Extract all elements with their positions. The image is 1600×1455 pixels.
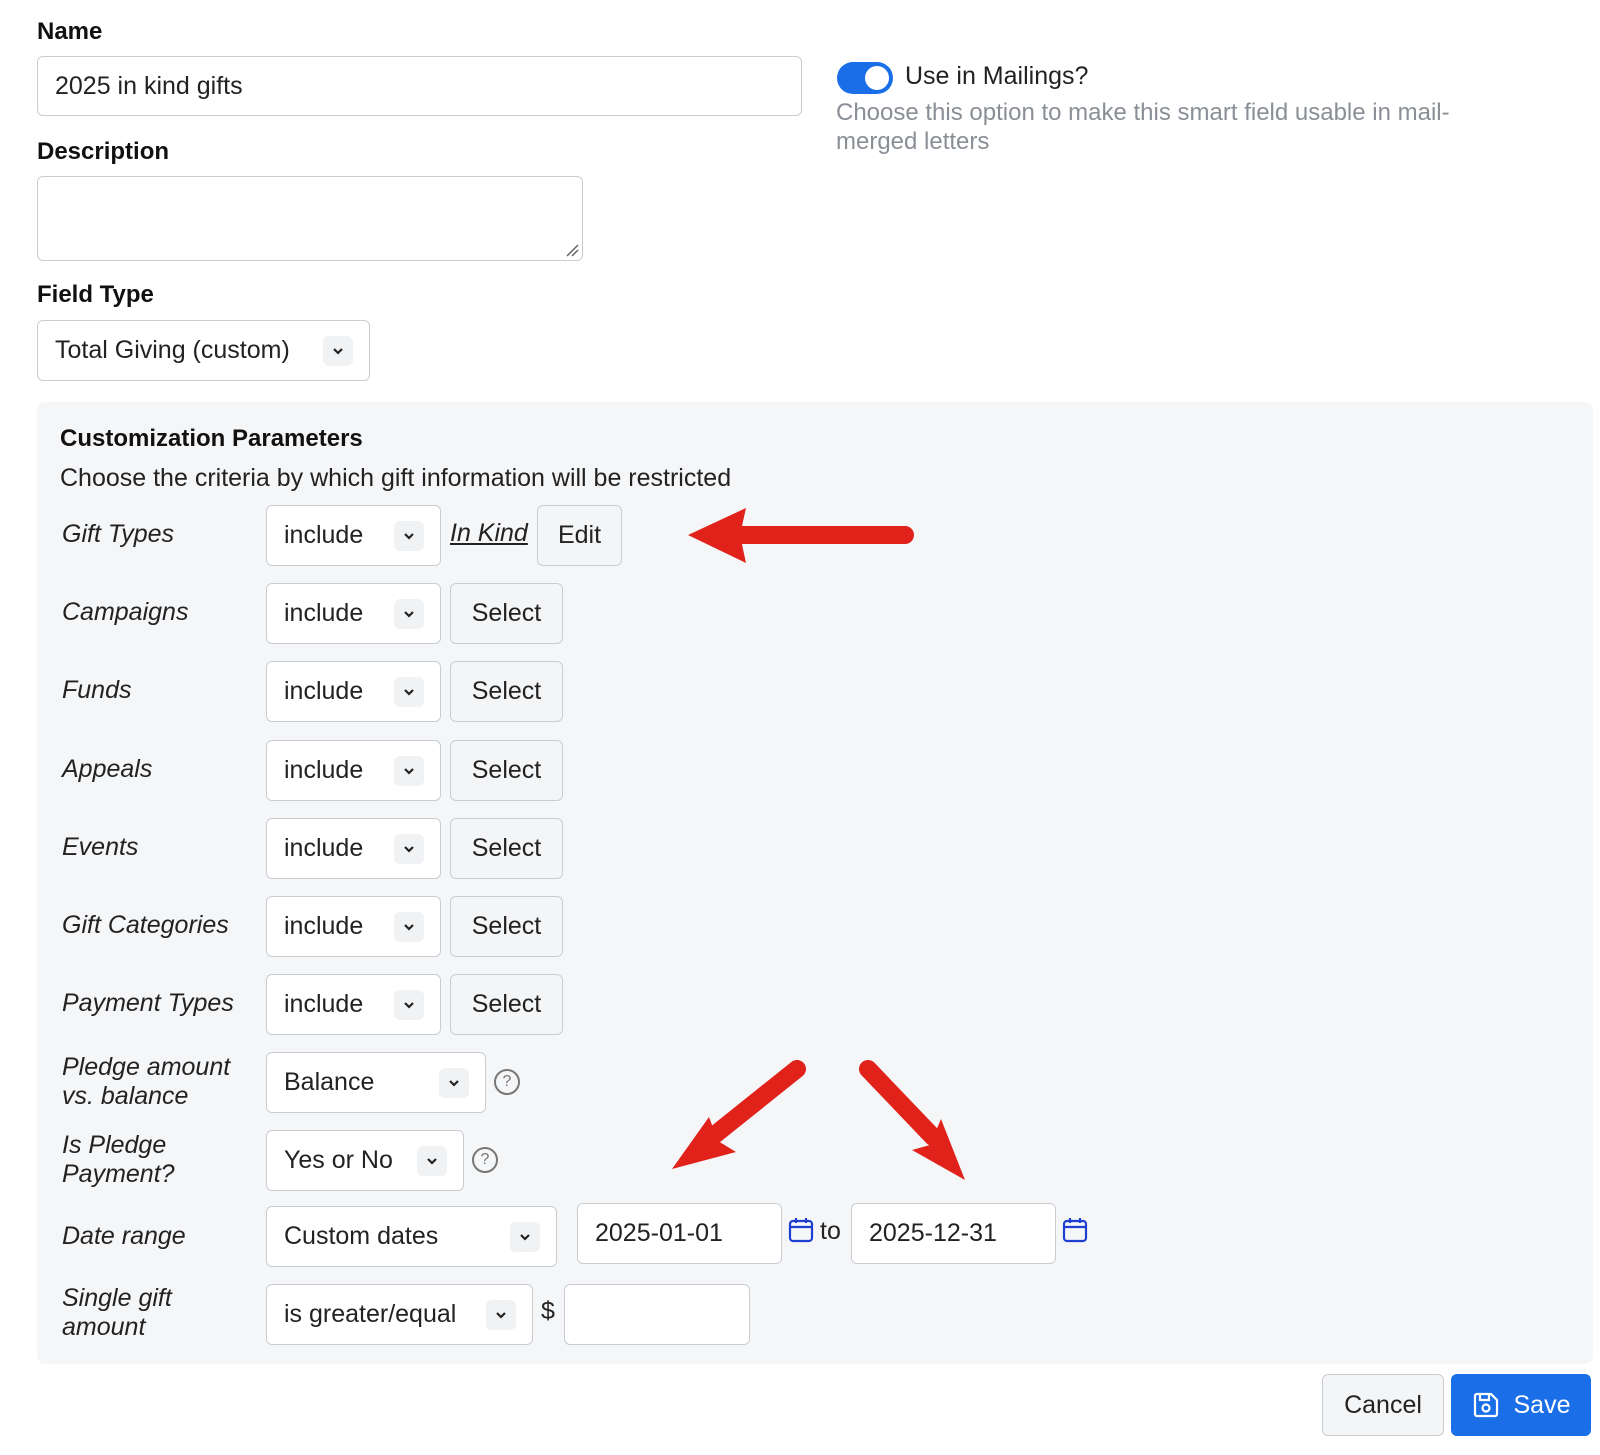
annotation-arrow — [859, 1060, 965, 1180]
annotation-arrows — [672, 508, 965, 1180]
annotation-arrow — [688, 508, 914, 563]
annotation-arrow — [672, 1060, 806, 1169]
